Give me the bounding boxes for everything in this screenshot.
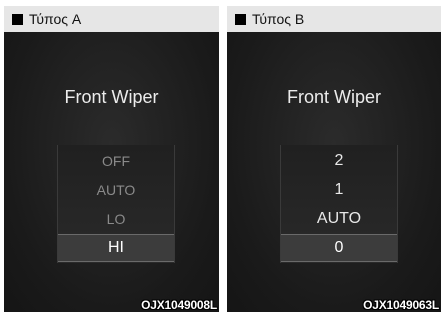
option-0-selected[interactable]: 0	[281, 234, 397, 262]
option-lo[interactable]: LO	[58, 205, 174, 233]
option-auto[interactable]: AUTO	[281, 205, 397, 233]
option-hi-selected[interactable]: HI	[58, 234, 174, 262]
cluster-display: Front Wiper 2 1 AUTO 0 OJX1049063L	[227, 32, 441, 312]
square-bullet-icon	[12, 13, 23, 25]
cluster-display: Front Wiper OFF AUTO LO HI OJX1049008L	[4, 32, 219, 312]
option-1[interactable]: 1	[281, 176, 397, 204]
panel-header-label: Τύπος A	[29, 11, 82, 27]
wiper-mode-list: OFF AUTO LO HI	[57, 145, 175, 263]
menu-title: Front Wiper	[286, 87, 382, 107]
panel-header-label: Τύπος B	[252, 11, 305, 27]
panel-type-a: Τύπος A Front Wiper OFF AUTO LO HI OJX10…	[4, 6, 219, 312]
square-bullet-icon	[235, 13, 246, 25]
option-auto[interactable]: AUTO	[58, 176, 174, 204]
panel-type-b: Τύπος B Front Wiper 2 1 AUTO 0 OJX104906…	[227, 6, 441, 312]
option-2[interactable]: 2	[281, 147, 397, 175]
panel-header: Τύπος B	[227, 6, 441, 32]
panel-header: Τύπος A	[4, 6, 219, 32]
menu-title: Front Wiper	[64, 87, 159, 107]
figure-code: OJX1049063L	[363, 298, 439, 312]
wiper-mode-list: 2 1 AUTO 0	[280, 145, 398, 263]
figure-code: OJX1049008L	[141, 298, 217, 312]
option-off[interactable]: OFF	[58, 147, 174, 175]
